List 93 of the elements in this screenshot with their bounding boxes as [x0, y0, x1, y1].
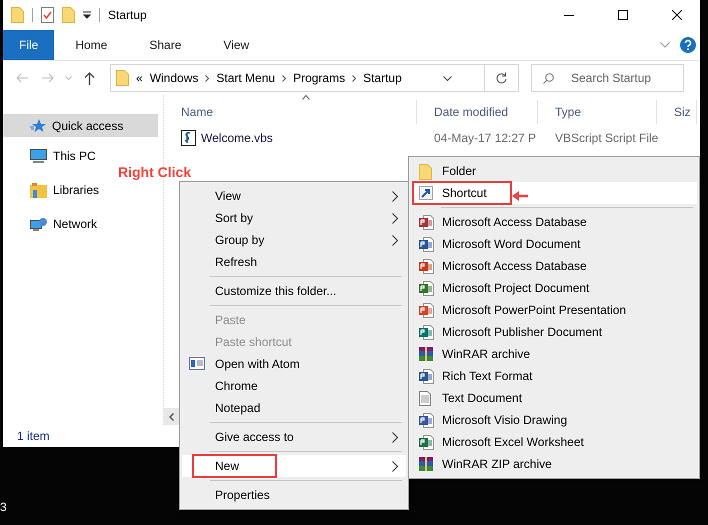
column-header[interactable]: Date modified: [417, 100, 538, 124]
document-icon: [419, 281, 434, 296]
menu-item[interactable]: Microsoft Access Database: [411, 211, 697, 233]
search-field[interactable]: Search Startup: [531, 64, 684, 92]
menu-item[interactable]: Rich Text Format: [411, 365, 697, 387]
callout-arrow: [512, 190, 528, 202]
window-title: Startup: [108, 8, 147, 22]
file-name[interactable]: Welcome.vbs: [201, 131, 273, 145]
dropdown-icon[interactable]: [83, 11, 91, 19]
menu-item[interactable]: Properties: [182, 484, 406, 506]
menu-item[interactable]: Microsoft Publisher Document: [411, 321, 697, 343]
script-file-icon: [181, 130, 196, 146]
annotation-label: Right Click: [118, 164, 192, 180]
menu-item[interactable]: Open with Atom: [182, 353, 406, 375]
overflow-mark[interactable]: «: [136, 71, 143, 85]
network-icon: [30, 216, 47, 232]
breadcrumb-separator-icon: [352, 74, 356, 82]
breadcrumb[interactable]: Startup: [363, 71, 402, 85]
nav-item[interactable]: Quick access: [3, 114, 158, 137]
libraries-icon: [30, 182, 47, 198]
menu-item[interactable]: Customize this folder...: [182, 280, 406, 302]
minimize-icon: [564, 14, 574, 16]
nav-item[interactable]: Network: [3, 216, 98, 232]
menu-item[interactable]: Microsoft Project Document: [411, 277, 697, 299]
breadcrumb[interactable]: Programs: [293, 71, 346, 85]
menu-item[interactable]: New: [182, 455, 406, 477]
nav-item[interactable]: Libraries: [3, 182, 100, 198]
menu-item[interactable]: WinRAR archive: [411, 343, 697, 365]
menu-item[interactable]: Microsoft Access Database: [411, 255, 697, 277]
shortcut-icon: [419, 186, 433, 200]
table-cell-text: VBScript Script File: [554, 131, 660, 145]
breadcrumb[interactable]: Start Menu: [216, 71, 276, 85]
menu-item[interactable]: Group by: [182, 229, 406, 251]
menu-item[interactable]: Refresh: [182, 251, 406, 273]
address-bar[interactable]: « Windows Start Menu Programs Startup: [110, 64, 485, 92]
refresh-button[interactable]: [485, 64, 519, 92]
menu-item[interactable]: Microsoft Word Document: [411, 233, 697, 255]
document-icon: [419, 237, 434, 252]
menu-item[interactable]: View: [182, 185, 406, 207]
refresh-icon: [496, 72, 507, 84]
menu-item[interactable]: Microsoft Visio Drawing: [411, 409, 697, 431]
properties-icon[interactable]: [41, 7, 54, 23]
document-icon: [419, 303, 434, 318]
item-count: 1 item: [17, 429, 50, 443]
dropdown-icon[interactable]: [443, 76, 452, 80]
menu-item[interactable]: Chrome: [182, 375, 406, 397]
menu-item[interactable]: Microsoft Excel Worksheet: [411, 431, 697, 453]
table-cell-text: 04-May-17 12:27 P: [433, 131, 538, 145]
file-tab[interactable]: File: [3, 30, 54, 60]
document-icon: [419, 435, 434, 450]
menu-item[interactable]: Notepad: [182, 397, 406, 419]
archive-icon: [419, 457, 433, 471]
ribbon-tab[interactable]: View: [202, 30, 270, 60]
search-icon: [543, 73, 554, 84]
scroll-left-icon: [169, 412, 174, 420]
app-icon: [189, 357, 205, 370]
document-icon: [419, 369, 434, 384]
up-icon[interactable]: [84, 72, 94, 84]
close-icon: [672, 10, 682, 20]
nav-item[interactable]: This PC: [3, 148, 96, 164]
breadcrumb-separator-icon: [282, 74, 286, 82]
menu-item[interactable]: WinRAR ZIP archive: [411, 453, 697, 475]
folder-icon: [11, 7, 24, 23]
menu-item[interactable]: Microsoft PowerPoint Presentation: [411, 299, 697, 321]
archive-icon: [419, 347, 433, 361]
ribbon-tab[interactable]: Share: [128, 30, 202, 60]
new-folder-icon: [62, 7, 75, 23]
menu-item[interactable]: Give access to: [182, 426, 406, 448]
menu-item[interactable]: Shortcut: [411, 182, 697, 204]
document-icon: [419, 325, 434, 340]
breadcrumb-separator-icon: [205, 74, 210, 82]
folder-icon: [419, 164, 432, 180]
maximize-icon: [618, 10, 628, 20]
breadcrumb[interactable]: Windows: [150, 71, 198, 85]
menu-item[interactable]: Folder: [411, 160, 697, 182]
sort-icon: [302, 95, 310, 100]
background-text: 3: [0, 500, 7, 514]
expand-ribbon-icon[interactable]: [660, 42, 670, 48]
text-document-icon: [419, 391, 431, 406]
star-icon: [30, 118, 46, 134]
scroll-left-button[interactable]: [164, 408, 179, 425]
column-header[interactable]: Type: [538, 100, 657, 124]
menu-item[interactable]: Text Document: [411, 387, 697, 409]
monitor-icon: [30, 148, 47, 164]
folder-icon: [116, 70, 129, 86]
column-header[interactable]: Name: [164, 100, 417, 124]
document-icon: [419, 215, 434, 230]
document-icon: [419, 259, 434, 274]
document-icon: [419, 413, 434, 428]
menu-item[interactable]: Sort by: [182, 207, 406, 229]
ribbon-tab[interactable]: Home: [54, 30, 128, 60]
column-header[interactable]: Siz: [657, 100, 697, 124]
help-icon[interactable]: [680, 37, 696, 53]
